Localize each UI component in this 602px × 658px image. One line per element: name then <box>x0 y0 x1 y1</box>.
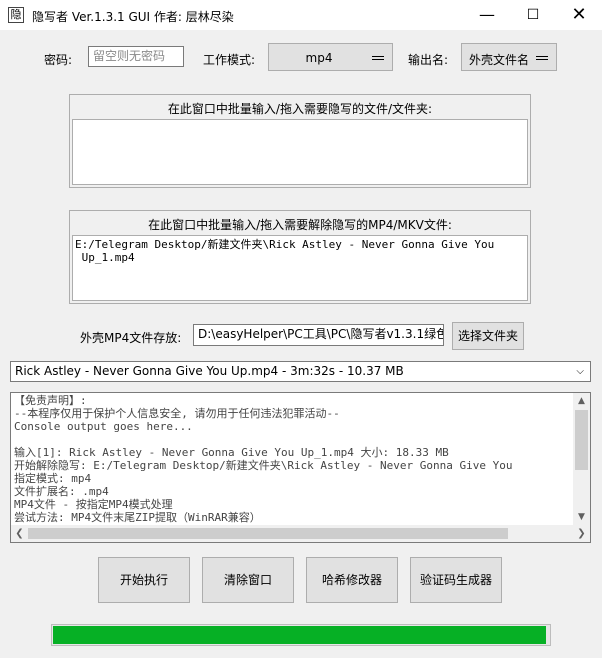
scroll-left-icon[interactable]: ❮ <box>11 525 28 542</box>
mode-dropdown[interactable]: mp4 <box>268 43 393 71</box>
output-value: 外壳文件名 <box>468 53 529 67</box>
output-dropdown[interactable]: 外壳文件名 <box>461 43 557 71</box>
hash-modifier-button[interactable]: 哈希修改器 <box>306 557 398 603</box>
shell-path-label: 外壳MP4文件存放: <box>80 331 182 345</box>
shell-file-selected: Rick Astley - Never Gonna Give You Up.mp… <box>15 364 404 378</box>
choose-folder-button[interactable]: 选择文件夹 <box>452 322 524 350</box>
shell-path-input[interactable]: D:\easyHelper\PC工具\PC\隐写者v1.3.1绿色版 <box>193 324 444 346</box>
title-bar: 隐 隐写者 Ver.1.3.1 GUI 作者: 层林尽染 — ☐ ✕ <box>0 0 602 30</box>
shell-file-select[interactable]: Rick Astley - Never Gonna Give You Up.mp… <box>10 361 591 382</box>
dropdown-icon <box>372 56 384 60</box>
hide-files-content <box>73 120 527 124</box>
hide-files-input[interactable] <box>72 119 528 185</box>
unhide-files-panel: 在此窗口中批量输入/拖入需要解除隐写的MP4/MKV文件: E:/Telegra… <box>69 210 531 304</box>
unhide-files-content: E:/Telegram Desktop/新建文件夹\Rick Astley - … <box>75 238 495 264</box>
mode-label: 工作模式: <box>203 53 256 67</box>
horizontal-scrollbar[interactable]: ❮ ❯ <box>11 525 590 542</box>
minimize-button[interactable]: — <box>464 0 510 30</box>
app-icon: 隐 <box>8 7 24 23</box>
unhide-panel-title: 在此窗口中批量输入/拖入需要解除隐写的MP4/MKV文件: <box>148 218 452 232</box>
close-button[interactable]: ✕ <box>556 0 602 30</box>
scroll-right-icon[interactable]: ❯ <box>573 525 590 542</box>
hide-panel-title: 在此窗口中批量输入/拖入需要隐写的文件/文件夹: <box>167 102 433 116</box>
mode-value: mp4 <box>305 51 333 65</box>
hide-files-panel: 在此窗口中批量输入/拖入需要隐写的文件/文件夹: <box>69 94 531 188</box>
captcha-generator-button[interactable]: 验证码生成器 <box>410 557 502 603</box>
output-label: 输出名: <box>408 53 449 67</box>
scroll-down-icon[interactable]: ▼ <box>573 509 590 525</box>
dropdown-icon <box>536 56 548 60</box>
console-output[interactable]: 【免责声明】: --本程序仅用于保护个人信息安全, 请勿用于任何违法犯罪活动--… <box>10 392 591 543</box>
unhide-files-input[interactable]: E:/Telegram Desktop/新建文件夹\Rick Astley - … <box>72 235 528 301</box>
start-button[interactable]: 开始执行 <box>98 557 190 603</box>
scroll-up-icon[interactable]: ▲ <box>573 393 590 409</box>
maximize-button[interactable]: ☐ <box>510 0 556 30</box>
vertical-scroll-thumb[interactable] <box>575 410 588 470</box>
vertical-scrollbar[interactable]: ▲ ▼ <box>573 393 590 525</box>
progress-fill <box>53 626 546 644</box>
window-title: 隐写者 Ver.1.3.1 GUI 作者: 层林尽染 <box>32 10 234 24</box>
password-input[interactable]: 留空则无密码 <box>88 46 184 67</box>
horizontal-scroll-thumb[interactable] <box>28 528 508 539</box>
progress-bar <box>51 624 551 646</box>
password-label: 密码: <box>44 53 73 67</box>
chevron-down-icon: ⌵ <box>576 366 584 377</box>
console-text: 【免责声明】: --本程序仅用于保护个人信息安全, 请勿用于任何违法犯罪活动--… <box>14 394 513 524</box>
clear-window-button[interactable]: 清除窗口 <box>202 557 294 603</box>
